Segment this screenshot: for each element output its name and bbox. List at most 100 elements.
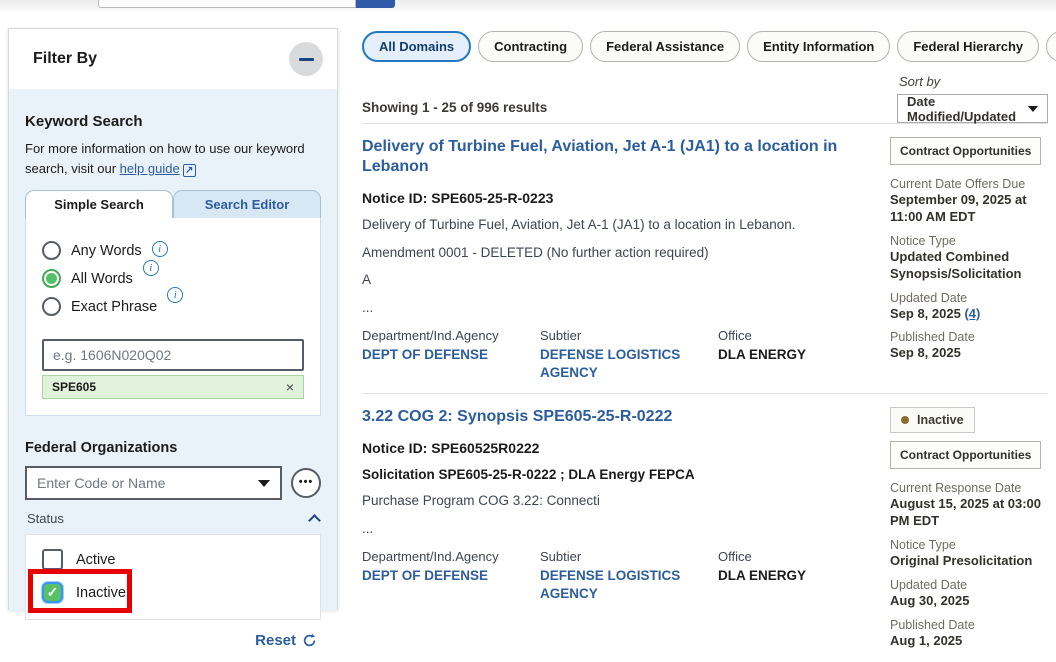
search-domain-select[interactable] bbox=[98, 0, 200, 8]
department-link[interactable]: DEPT OF DEFENSE bbox=[362, 567, 526, 585]
result-title-link[interactable]: Delivery of Turbine Fuel, Aviation, Jet … bbox=[362, 137, 874, 177]
department-label: Department/Ind.Agency bbox=[362, 328, 526, 343]
meta-value: Aug 30, 2025 bbox=[890, 593, 1048, 610]
search-button[interactable] bbox=[356, 0, 395, 8]
keyword-search-tabs: Simple Search Search Editor bbox=[25, 190, 321, 218]
notice-id: Notice ID: SPE605-25-R-0223 bbox=[362, 190, 874, 206]
meta-label: Current Response Date bbox=[890, 481, 1048, 495]
meta-label: Current Date Offers Due bbox=[890, 177, 1048, 191]
update-count-link[interactable]: (4) bbox=[964, 306, 980, 321]
keyword-tag: SPE605 × bbox=[42, 375, 304, 399]
status-section-toggle[interactable]: Status bbox=[25, 511, 321, 526]
caret-down-icon bbox=[258, 480, 270, 487]
more-options-button[interactable]: ••• bbox=[291, 468, 321, 498]
filter-header: Filter By bbox=[9, 29, 337, 89]
checkbox-icon[interactable] bbox=[42, 549, 63, 570]
keyword-tag-label: SPE605 bbox=[52, 380, 96, 394]
tab-simple-search[interactable]: Simple Search bbox=[25, 190, 173, 218]
radio-all-words[interactable]: All Words i bbox=[42, 269, 304, 288]
office-label: Office bbox=[718, 549, 806, 564]
help-guide-link[interactable]: help guide bbox=[120, 161, 180, 176]
radio-icon-selected[interactable] bbox=[42, 269, 61, 288]
meta-value: Sep 8, 2025 (4) bbox=[890, 306, 1048, 323]
result-description: Purchase Program COG 3.22: Connecti bbox=[362, 492, 874, 510]
reset-filters-link[interactable]: Reset bbox=[25, 632, 321, 649]
meta-label: Updated Date bbox=[890, 578, 1048, 592]
checkbox-active[interactable]: Active bbox=[26, 543, 320, 576]
tab-all-domains[interactable]: All Domains bbox=[362, 31, 471, 62]
result-item: Delivery of Turbine Fuel, Aviation, Jet … bbox=[362, 124, 1048, 393]
meta-value: Updated Combined Synopsis/Solicitation bbox=[890, 249, 1048, 283]
subtier-link[interactable]: DEFENSE LOGISTICS AGENCY bbox=[540, 567, 704, 602]
filter-sidebar: Filter By Keyword Search For more inform… bbox=[8, 28, 338, 610]
search-input[interactable] bbox=[199, 0, 356, 8]
info-icon[interactable]: i bbox=[167, 287, 183, 303]
department-link[interactable]: DEPT OF DEFENSE bbox=[362, 346, 526, 364]
keyword-help-text: For more information on how to use our k… bbox=[25, 139, 321, 179]
meta-label: Published Date bbox=[890, 330, 1048, 344]
federal-organizations-heading: Federal Organizations bbox=[25, 440, 321, 456]
radio-icon[interactable] bbox=[42, 241, 61, 260]
domain-tabs: All Domains Contracting Federal Assistan… bbox=[362, 31, 1048, 62]
tab-contracting[interactable]: Contracting bbox=[478, 31, 583, 62]
subtier-label: Subtier bbox=[540, 328, 704, 343]
subtier-label: Subtier bbox=[540, 549, 704, 564]
federal-org-combobox[interactable]: Enter Code or Name bbox=[25, 466, 282, 500]
combobox-placeholder: Enter Code or Name bbox=[37, 475, 165, 491]
keyword-search-heading: Keyword Search bbox=[25, 113, 321, 130]
meta-label: Updated Date bbox=[890, 291, 1048, 305]
top-search-bar bbox=[0, 0, 1056, 12]
radio-icon[interactable] bbox=[42, 297, 61, 316]
result-meta: Inactive Contract Opportunities Current … bbox=[890, 403, 1048, 649]
meta-value: Original Presolicitation bbox=[890, 553, 1048, 570]
agency-row: Department/Ind.Agency DEPT OF DEFENSE Su… bbox=[362, 328, 874, 381]
status-badge: Inactive bbox=[890, 407, 975, 433]
radio-exact-phrase[interactable]: Exact Phrase i bbox=[42, 297, 304, 316]
info-icon[interactable]: i bbox=[143, 260, 159, 276]
keyword-input[interactable] bbox=[42, 339, 304, 371]
caret-down-icon bbox=[1028, 106, 1038, 112]
inactive-dot-icon bbox=[901, 416, 909, 424]
meta-value: Aug 1, 2025 bbox=[890, 633, 1048, 650]
refresh-icon bbox=[302, 633, 317, 648]
tab-federal-hierarchy[interactable]: Federal Hierarchy bbox=[897, 31, 1039, 62]
results-summary: Showing 1 - 25 of 996 results bbox=[362, 100, 547, 123]
meta-label: Published Date bbox=[890, 618, 1048, 632]
domain-badge: Contract Opportunities bbox=[890, 137, 1041, 165]
minus-icon bbox=[299, 58, 314, 61]
result-description: A bbox=[362, 271, 874, 289]
tab-search-editor[interactable]: Search Editor bbox=[173, 190, 321, 218]
sort-select[interactable]: Date Modified/Updated bbox=[897, 94, 1048, 123]
status-label: Status bbox=[27, 511, 64, 526]
subtier-link[interactable]: DEFENSE LOGISTICS AGENCY bbox=[540, 346, 704, 381]
result-item: 3.22 COG 2: Synopsis SPE605-25-R-0222 No… bbox=[362, 394, 1048, 661]
sort-by-label: Sort by bbox=[897, 74, 1048, 89]
checkbox-inactive[interactable]: ✓ Inactive bbox=[26, 576, 320, 609]
solicitation-line: Solicitation SPE605-25-R-0222 ; DLA Ener… bbox=[362, 467, 874, 482]
office-value: DLA ENERGY bbox=[718, 567, 806, 585]
result-description: ... bbox=[362, 520, 874, 538]
notice-id: Notice ID: SPE60525R0222 bbox=[362, 440, 874, 456]
remove-tag-icon[interactable]: × bbox=[286, 379, 294, 395]
department-label: Department/Ind.Agency bbox=[362, 549, 526, 564]
meta-value: August 15, 2025 at 03:00 PM EDT bbox=[890, 496, 1048, 530]
result-meta: Contract Opportunities Current Date Offe… bbox=[890, 133, 1048, 381]
meta-value: Sep 8, 2025 bbox=[890, 345, 1048, 362]
domain-badge: Contract Opportunities bbox=[890, 441, 1041, 469]
tab-federal-assistance[interactable]: Federal Assistance bbox=[590, 31, 740, 62]
office-value: DLA ENERGY bbox=[718, 346, 806, 364]
simple-search-panel: Any Words i All Words i Exact Phrase i S… bbox=[25, 218, 321, 416]
tab-wage-determinations[interactable]: Wage Determinations bbox=[1046, 31, 1056, 62]
tab-entity-information[interactable]: Entity Information bbox=[747, 31, 890, 62]
info-icon[interactable]: i bbox=[152, 241, 168, 257]
meta-label: Notice Type bbox=[890, 538, 1048, 552]
external-link-icon: ↗ bbox=[183, 164, 196, 177]
agency-row: Department/Ind.Agency DEPT OF DEFENSE Su… bbox=[362, 549, 874, 602]
meta-label: Notice Type bbox=[890, 234, 1048, 248]
result-title-link[interactable]: 3.22 COG 2: Synopsis SPE605-25-R-0222 bbox=[362, 407, 874, 427]
radio-any-words[interactable]: Any Words i bbox=[42, 241, 304, 260]
collapse-filters-button[interactable] bbox=[289, 42, 323, 76]
status-checkbox-group: Active ✓ Inactive bbox=[25, 534, 321, 620]
checkbox-checked-icon[interactable]: ✓ bbox=[42, 582, 63, 603]
filter-title: Filter By bbox=[33, 50, 97, 68]
